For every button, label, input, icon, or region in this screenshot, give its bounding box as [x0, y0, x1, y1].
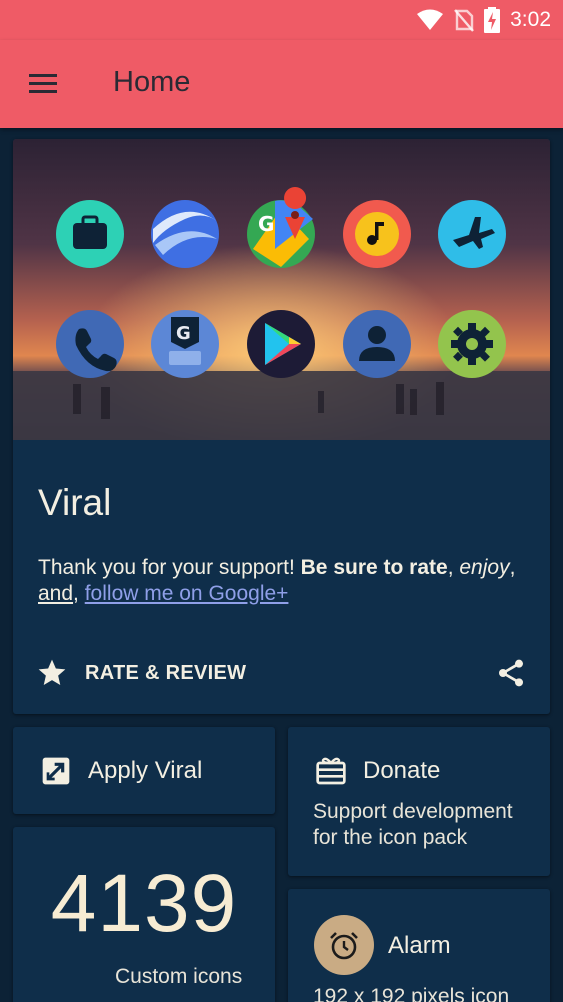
rate-review-label: RATE & REVIEW: [85, 661, 247, 684]
airplane-icon: [438, 200, 506, 268]
menu-button[interactable]: [22, 66, 66, 102]
hamburger-menu-icon: [29, 74, 57, 93]
wifi-icon: [417, 9, 444, 30]
donate-description: Support development for the icon pack: [313, 800, 513, 849]
hero-text-comma2: ,: [509, 556, 516, 579]
page-title: Home: [113, 66, 191, 98]
alarm-label: Alarm: [388, 932, 451, 959]
hero-text-comma: ,: [447, 556, 460, 579]
status-time: 3:02: [510, 8, 551, 31]
hero-text: Thank you for your support! Be sure to r…: [38, 555, 538, 607]
google-earth-icon: [151, 200, 219, 268]
settings-icon: [438, 310, 506, 378]
music-icon: [343, 200, 411, 268]
hero-text-bold: Be sure to rate: [300, 556, 448, 579]
hero-text-italic: enjoy: [459, 556, 510, 579]
status-bar: 3:02: [0, 0, 563, 40]
apply-icon: [42, 757, 70, 785]
google-plus-link[interactable]: follow me on Google+: [85, 582, 289, 605]
gift-card-icon: [316, 757, 346, 785]
contacts-icon: [343, 310, 411, 378]
rate-review-button[interactable]: RATE & REVIEW: [35, 655, 246, 691]
alarm-icon: [314, 915, 374, 975]
briefcase-icon: [56, 200, 124, 268]
hero-text-and: and: [38, 582, 74, 605]
apply-tile[interactable]: Apply Viral: [13, 727, 275, 814]
icon-count-number: 4139: [50, 858, 238, 949]
donate-tile[interactable]: Donate Support development for the icon …: [288, 727, 550, 876]
hero-text-comma3: ,: [73, 582, 85, 605]
alarm-tile[interactable]: Alarm 192 x 192 pixels icon: [288, 889, 550, 1002]
star-icon: [38, 659, 66, 685]
phone-icon: [56, 310, 124, 378]
hero-text-plain: Thank you for your support!: [38, 556, 301, 579]
status-icons: 3:02: [416, 6, 551, 34]
gboard-icon: G: [151, 310, 219, 378]
apply-label: Apply Viral: [88, 757, 203, 784]
alarm-description: 192 x 192 pixels icon: [313, 985, 510, 1002]
icon-count-caption: Custom icons: [115, 965, 243, 988]
hero-title: Viral: [38, 482, 112, 523]
donate-label: Donate: [363, 757, 441, 784]
share-icon: [499, 659, 523, 687]
no-sim-icon: [454, 9, 475, 32]
svg-text:G: G: [176, 323, 191, 344]
play-store-icon: [247, 310, 315, 378]
hero-image: G G: [13, 139, 550, 440]
icon-count-tile: 4139 Custom icons: [13, 827, 275, 1002]
hero-card: G G Viral Thank you for your support! Be…: [13, 139, 550, 714]
svg-text:G: G: [258, 212, 274, 236]
battery-charging-icon: [484, 7, 501, 33]
share-button[interactable]: [493, 655, 529, 691]
app-bar: Home: [0, 40, 563, 128]
